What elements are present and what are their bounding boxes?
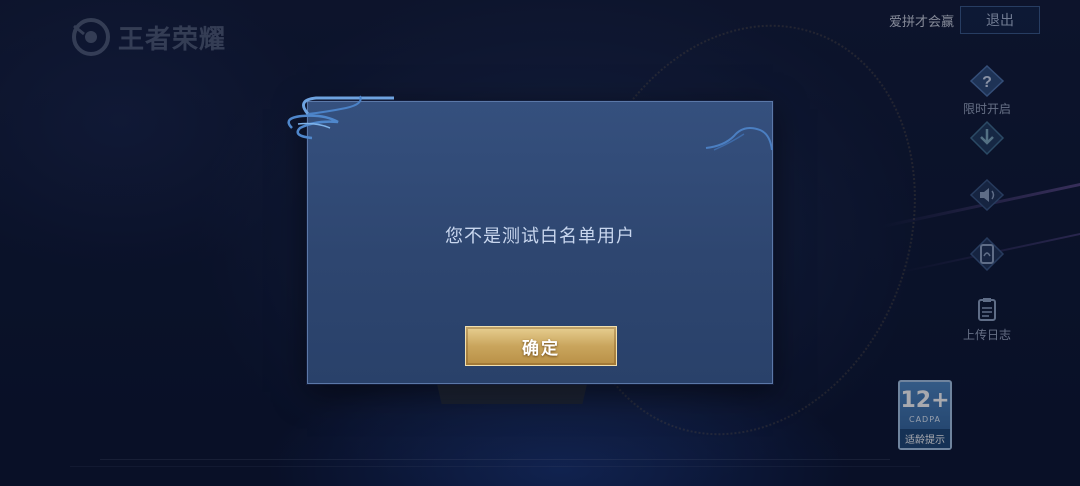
dialog-message: 您不是测试白名单用户 bbox=[445, 226, 635, 247]
notice-dialog: 您不是测试白名单用户 确定 bbox=[287, 95, 773, 384]
wave-ornament-icon bbox=[705, 127, 773, 151]
confirm-button[interactable]: 确定 bbox=[465, 326, 617, 366]
cloud-ornament-icon bbox=[287, 95, 394, 140]
